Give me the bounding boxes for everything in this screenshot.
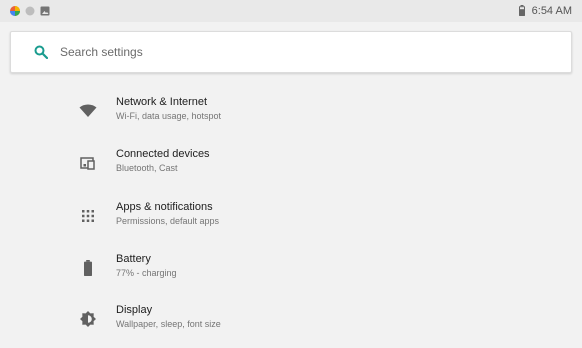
setting-battery[interactable]: Battery 77% - charging (70, 251, 510, 297)
search-icon[interactable] (34, 45, 48, 59)
wifi-icon (78, 101, 98, 121)
setting-subtitle: Permissions, default apps (116, 216, 220, 226)
setting-title: Connected devices (116, 148, 210, 160)
setting-network-internet[interactable]: Network & Internet Wi-Fi, data usage, ho… (70, 94, 510, 140)
dot-icon (25, 6, 35, 16)
setting-title: Battery (116, 253, 151, 265)
setting-subtitle: 77% - charging (116, 268, 177, 278)
setting-subtitle: Wi-Fi, data usage, hotspot (116, 111, 222, 121)
battery-icon (78, 258, 98, 278)
battery-icon (519, 5, 525, 16)
image-icon (40, 6, 50, 16)
setting-connected-devices[interactable]: Connected devices Bluetooth, Cast (70, 146, 510, 192)
status-bar: 6:54 AM (0, 0, 582, 22)
search-input[interactable]: Search settings (60, 44, 143, 60)
setting-title: Apps & notifications (116, 201, 213, 213)
brightness-icon (78, 309, 98, 329)
app-icon (10, 6, 20, 16)
setting-subtitle: Bluetooth, Cast (116, 163, 178, 173)
devices-icon (78, 153, 98, 173)
setting-subtitle: Wallpaper, sleep, font size (116, 319, 221, 329)
search-bar[interactable]: Search settings (10, 31, 572, 73)
setting-apps-notifications[interactable]: Apps & notifications Permissions, defaul… (70, 199, 510, 245)
status-time: 6:54 AM (531, 5, 572, 17)
setting-title: Network & Internet (116, 96, 208, 108)
setting-title: Display (116, 304, 153, 316)
apps-icon (78, 206, 98, 226)
setting-display[interactable]: Display Wallpaper, sleep, font size (70, 302, 510, 348)
